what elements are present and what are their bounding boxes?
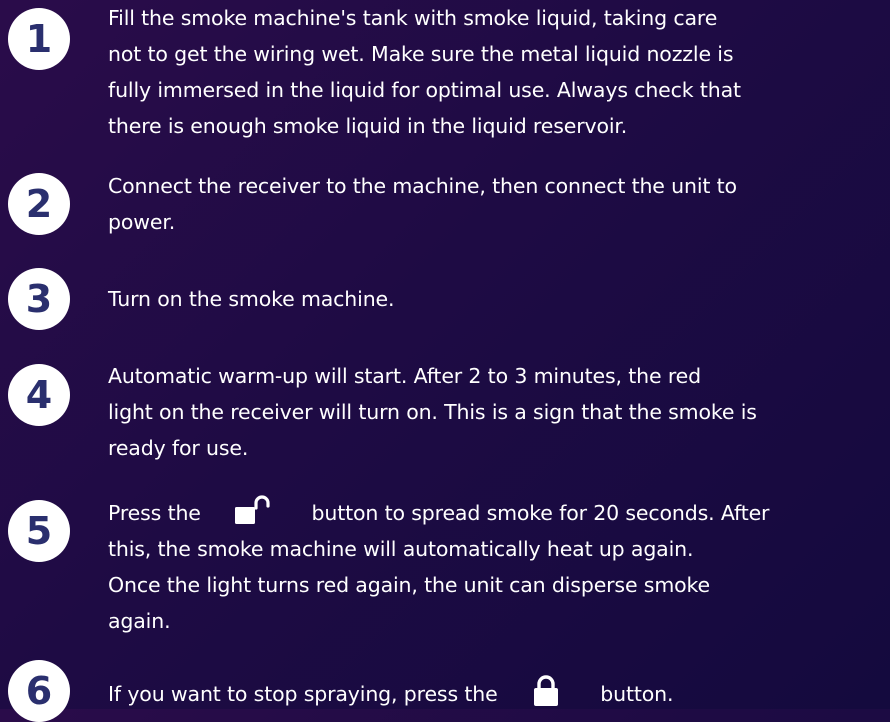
step-number-badge: 2 xyxy=(8,173,70,235)
step-text-line: fully immersed in the liquid for optimal… xyxy=(108,78,741,102)
step-number-badge: 4 xyxy=(8,364,70,426)
step-text-before-icon: If you want to stop spraying, press the xyxy=(108,682,498,706)
step-number-badge: 6 xyxy=(8,660,70,722)
step-number-badge: 1 xyxy=(8,8,70,70)
step-text: Press the button to spread smoke for 20 … xyxy=(108,495,888,639)
step-number-badge: 5 xyxy=(8,500,70,562)
step-text-line: Automatic warm-up will start. After 2 to… xyxy=(108,364,701,388)
step-text: Turn on the smoke machine. xyxy=(108,281,888,317)
step-text-line: Press the button to spread smoke for 20 … xyxy=(108,495,888,531)
step-text-line: power. xyxy=(108,210,176,234)
step-text-line: again. xyxy=(108,609,171,633)
step-text-line: If you want to stop spraying, press the … xyxy=(108,675,888,712)
step-text-after-icon: button. xyxy=(600,682,674,706)
step-text-line: light on the receiver will turn on. This… xyxy=(108,400,757,424)
step-text: Connect the receiver to the machine, the… xyxy=(108,168,888,240)
step-text-line: Turn on the smoke machine. xyxy=(108,287,395,311)
step-text-line: Connect the receiver to the machine, the… xyxy=(108,174,737,198)
step-text-after-icon: button to spread smoke for 20 seconds. A… xyxy=(311,501,770,525)
instructions-page: { "steps": [ { "number": "1", "lines": [… xyxy=(0,0,890,722)
step-text: Automatic warm-up will start. After 2 to… xyxy=(108,358,888,466)
unlocked-padlock-icon xyxy=(235,495,279,525)
step-text: If you want to stop spraying, press the … xyxy=(108,675,888,712)
step-text-line: ready for use. xyxy=(108,436,249,460)
step-text-line: not to get the wiring wet. Make sure the… xyxy=(108,42,734,66)
step-text: Fill the smoke machine's tank with smoke… xyxy=(108,0,888,144)
step-text-before-icon: Press the xyxy=(108,501,201,525)
step-text-line: there is enough smoke liquid in the liqu… xyxy=(108,114,628,138)
step-text-line: Fill the smoke machine's tank with smoke… xyxy=(108,6,718,30)
locked-padlock-icon xyxy=(532,675,560,707)
step-text-line: this, the smoke machine will automatical… xyxy=(108,537,694,561)
step-number-badge: 3 xyxy=(8,268,70,330)
step-text-line: Once the light turns red again, the unit… xyxy=(108,573,710,597)
